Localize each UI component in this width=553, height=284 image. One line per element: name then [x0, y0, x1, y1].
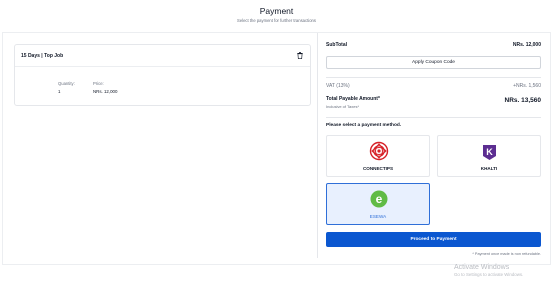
refund-note: * Payment once made is non refundable. [472, 252, 541, 256]
job-item-title: 15 Days | Top Job [21, 53, 64, 59]
vat-row: VAT (13%) +NRs. 1,560 [326, 83, 541, 90]
connectips-logo-icon [369, 141, 389, 161]
vat-label: VAT (13%) [326, 83, 350, 89]
quantity-value: 1 [58, 89, 61, 94]
trash-icon[interactable] [297, 52, 303, 59]
watermark-line-1: Activate Windows [454, 264, 510, 271]
subtotal-label: SubTotal [326, 42, 348, 48]
khalti-label: KHALTI [480, 166, 498, 171]
payment-option-esewa[interactable]: e ESEWA [326, 183, 430, 225]
payment-option-khalti[interactable]: K KHALTI [437, 135, 541, 177]
job-item-header: 15 Days | Top Job [15, 45, 310, 67]
total-note: Inclusive of Taxes* [326, 104, 360, 109]
summary-divider [326, 77, 541, 78]
summary-divider-2 [326, 117, 541, 118]
total-value: NRs. 13,560 [504, 97, 542, 104]
column-divider [317, 33, 318, 258]
page-header: Payment Select the payment for further t… [0, 6, 553, 23]
payment-prompt-row: Please select a payment method. [326, 123, 541, 130]
watermark-line-2: Go to Settings to activate Windows. [454, 272, 524, 277]
price-value: NRs. 12,000 [93, 89, 118, 94]
khalti-logo-icon: K [483, 145, 496, 160]
total-label: Total Payable Amount* [326, 96, 380, 102]
job-item-body: Quantity: 1 Price: NRs. 12,000 [15, 67, 310, 105]
windows-activation-watermark: Activate Windows Go to Settings to activ… [454, 264, 523, 277]
esewa-label: ESEWA [369, 214, 387, 219]
payment-option-connectips[interactable]: CONNECTIPS [326, 135, 430, 177]
page-subtitle: Select the payment for further transacti… [237, 18, 316, 23]
svg-text:K: K [486, 147, 493, 157]
job-item-card: 15 Days | Top Job Quantity: 1 Price: NRs… [14, 44, 311, 106]
vat-value: +NRs. 1,560 [513, 83, 541, 89]
esewa-logo-icon: e [370, 190, 388, 208]
subtotal-row: SubTotal NRs. 12,000 [326, 42, 541, 50]
apply-coupon-button[interactable]: Apply Coupon Code [326, 56, 541, 69]
payment-method-prompt: Please select a payment method. [326, 123, 402, 128]
subtotal-value: NRs. 12,000 [512, 42, 541, 48]
price-label: Price: [93, 81, 104, 86]
total-row: Total Payable Amount* Inclusive of Taxes… [326, 96, 541, 112]
quantity-label: Quantity: [58, 81, 75, 86]
svg-text:e: e [376, 192, 383, 206]
connectips-label: CONNECTIPS [362, 166, 394, 171]
page-title: Payment [259, 6, 294, 16]
proceed-to-payment-button[interactable]: Proceed to Payment [326, 232, 541, 247]
